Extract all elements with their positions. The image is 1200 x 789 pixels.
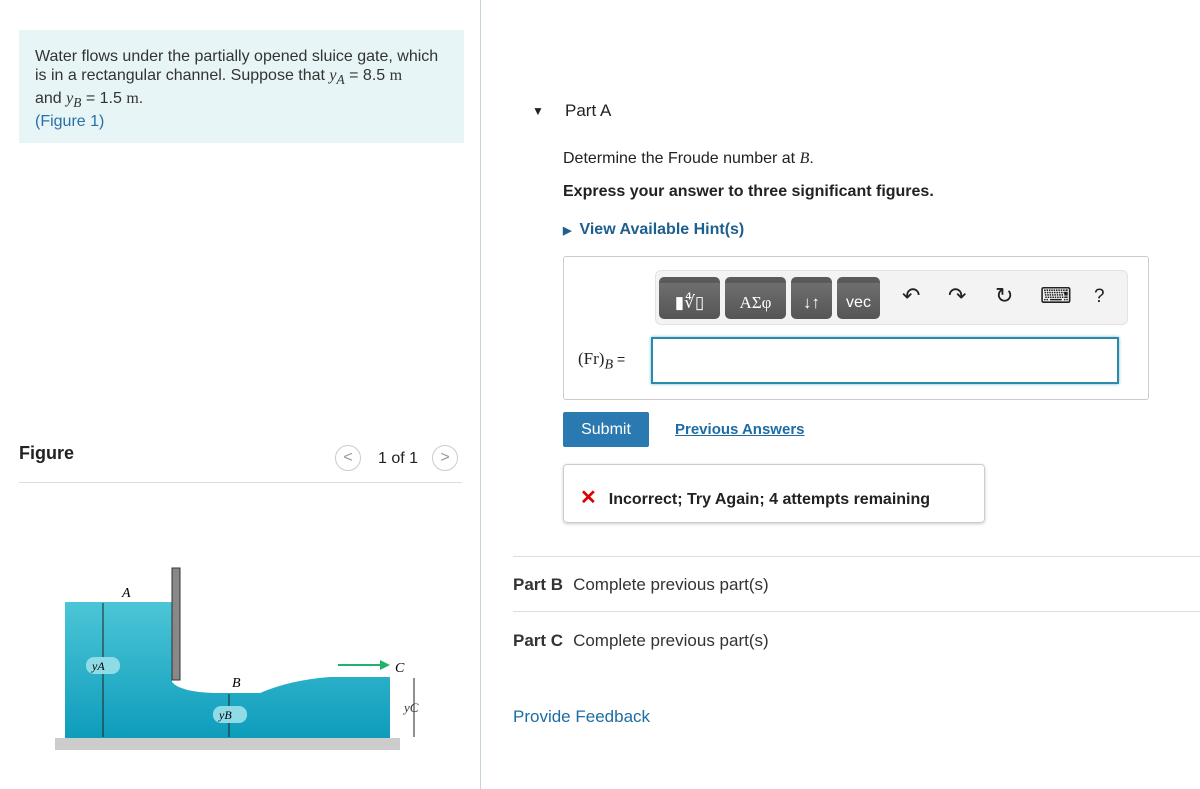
answer-input[interactable] (651, 337, 1119, 384)
help-icon[interactable]: ? (1094, 286, 1105, 308)
undo-icon[interactable]: ↶ (902, 283, 920, 309)
problem-statement: Water flows under the partially opened s… (19, 30, 464, 143)
part-b[interactable]: Part B Complete previous part(s) (513, 575, 769, 595)
part-a-instruction: Express your answer to three significant… (563, 183, 934, 200)
answer-label: (Fr)B = (578, 349, 625, 373)
fr-subscript: B (604, 356, 614, 373)
question-text: Determine the Froude number at (563, 150, 800, 167)
question-end: . (809, 150, 814, 167)
unit: m (126, 90, 139, 108)
part-b-title: Part B (513, 575, 564, 594)
divider (513, 611, 1200, 612)
equals: = (613, 351, 626, 367)
and-text: and (35, 90, 67, 108)
provide-feedback-link[interactable]: Provide Feedback (513, 707, 650, 727)
period: . (138, 90, 144, 108)
hint-label: View Available Hint(s) (579, 221, 745, 238)
question-var: B (799, 150, 810, 167)
label-yb: yB (218, 708, 232, 722)
sluice-gate-figure: A B C yA yB yC (55, 567, 419, 750)
label-a: A (121, 586, 131, 601)
part-c-title: Part C (513, 631, 564, 650)
ya-subscript: A (336, 72, 345, 88)
divider (513, 556, 1200, 557)
next-figure-button[interactable]: > (432, 445, 458, 471)
ya-value: = 8.5 (344, 67, 390, 84)
label-b: B (232, 676, 241, 691)
label-c: C (395, 661, 405, 676)
hint-caret-icon: ▶ (563, 225, 572, 237)
submit-button[interactable]: Submit (563, 412, 649, 447)
part-a-question: Determine the Froude number at B. (563, 150, 814, 168)
vec-button[interactable]: vec (837, 277, 880, 319)
greek-button[interactable]: ΑΣφ (725, 277, 786, 319)
part-b-status: Complete previous part(s) (573, 575, 769, 594)
part-c[interactable]: Part C Complete previous part(s) (513, 631, 769, 651)
figure-divider (19, 482, 462, 483)
keyboard-icon[interactable]: ⌨ (1040, 283, 1072, 309)
part-a-title[interactable]: Part A (565, 101, 611, 121)
ya-symbol: y (329, 67, 337, 84)
arrows-button[interactable]: ↓↑ (791, 277, 832, 319)
yb-value: = 1.5 (81, 90, 127, 108)
incorrect-x-icon: ✕ (580, 487, 597, 509)
sluice-gate (171, 567, 181, 681)
view-hints-link[interactable]: ▶ View Available Hint(s) (563, 221, 744, 239)
figure-link[interactable]: (Figure 1) (35, 113, 104, 130)
previous-answers-link[interactable]: Previous Answers (675, 421, 805, 438)
figure-counter: 1 of 1 (378, 450, 419, 467)
label-ya: yA (91, 659, 105, 673)
feedback-box: ✕ Incorrect; Try Again; 4 attempts remain… (563, 464, 985, 523)
figure-title: Figure (19, 443, 75, 463)
unit: m (389, 67, 403, 84)
reset-icon[interactable]: ↻ (995, 283, 1013, 309)
templates-button[interactable]: ▮∜▯ (659, 277, 720, 319)
feedback-text: Incorrect; Try Again; 4 attempts remaini… (608, 491, 931, 508)
fr-label: (Fr) (578, 349, 605, 368)
redo-icon[interactable]: ↷ (948, 283, 966, 309)
panel-divider[interactable] (480, 0, 481, 789)
label-yc: yC (402, 700, 419, 715)
collapse-caret-icon[interactable]: ▼ (532, 104, 544, 118)
prev-figure-button[interactable]: < (335, 445, 361, 471)
channel-bed (55, 738, 400, 750)
part-c-status: Complete previous part(s) (573, 631, 769, 650)
